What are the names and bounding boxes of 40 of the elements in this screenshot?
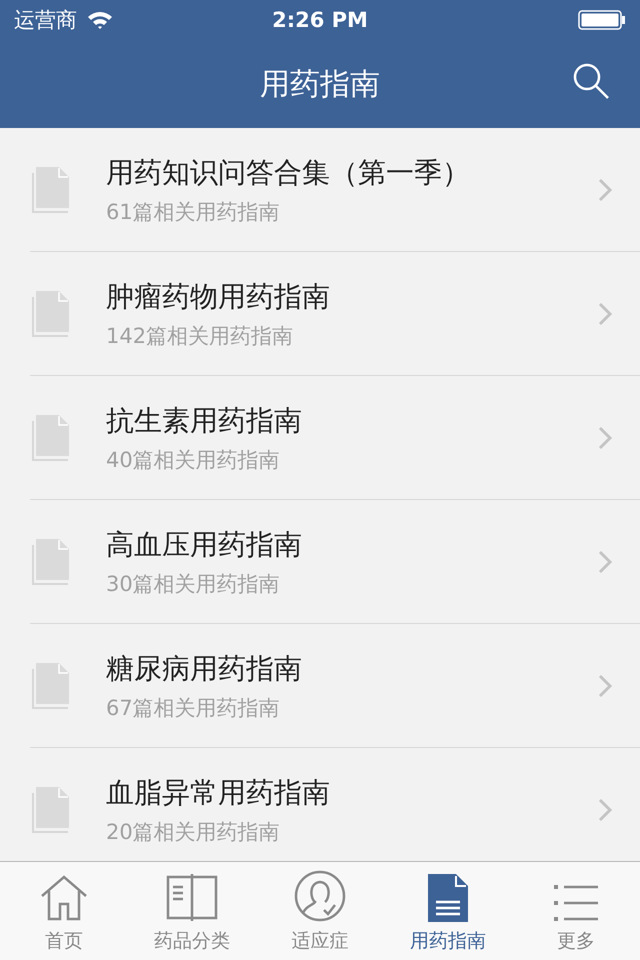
chevron-icon [598,798,612,822]
guide-row[interactable]: 用药知识问答合集（第一季） 61篇相关用药指南 [0,128,640,252]
battery-icon [578,10,626,30]
guide-title: 用药知识问答合集（第一季） [106,155,471,191]
guide-count: 40篇相关用药指南 [106,447,281,474]
book-icon [166,874,218,922]
guide-count: 20篇相关用药指南 [106,819,281,846]
guide-title: 肿瘤药物用药指南 [106,279,331,315]
chevron-icon [598,550,612,574]
guide-title: 抗生素用药指南 [106,403,303,439]
tab-item[interactable]: 用药指南 [384,862,512,960]
document-stack-icon [32,291,70,337]
guide-row[interactable]: 高血压用药指南 30篇相关用药指南 [0,500,640,624]
document-icon [428,874,468,922]
guide-count: 61篇相关用药指南 [106,199,281,226]
chevron-icon [598,426,612,450]
page-title: 用药指南 [260,66,380,104]
carrier-name: 运营商 [14,7,77,34]
house-icon [39,874,89,922]
guide-row[interactable]: 肿瘤药物用药指南 142篇相关用药指南 [0,252,640,376]
chevron-icon [598,302,612,326]
document-stack-icon [32,167,70,213]
person-check-icon [294,870,346,922]
list-icon [554,884,598,922]
guide-title: 血脂异常用药指南 [106,775,331,811]
chevron-icon [598,674,612,698]
document-stack-icon [32,663,70,709]
guide-row[interactable]: 糖尿病用药指南 67篇相关用药指南 [0,624,640,748]
chevron-icon [598,178,612,202]
guide-count: 142篇相关用药指南 [106,323,294,350]
guide-title: 糖尿病用药指南 [106,651,303,687]
wifi-icon [87,10,113,30]
guide-count: 67篇相关用药指南 [106,695,281,722]
document-stack-icon [32,415,70,461]
guide-row[interactable]: 抗生素用药指南 40篇相关用药指南 [0,376,640,500]
document-stack-icon [32,539,70,585]
document-stack-icon [32,787,70,833]
guide-title: 高血压用药指南 [106,527,303,563]
guide-count: 30篇相关用药指南 [106,571,281,598]
status-time: 2:26 PM [272,8,368,32]
